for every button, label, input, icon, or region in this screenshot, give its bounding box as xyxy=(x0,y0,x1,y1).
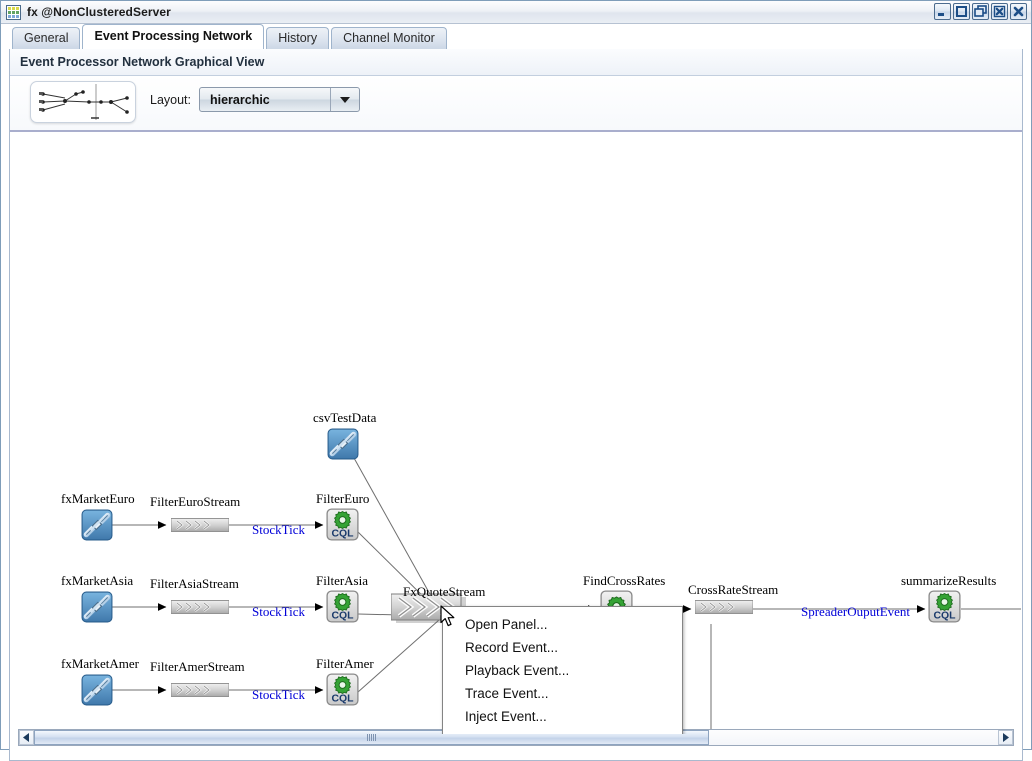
node-summarizeResults xyxy=(929,591,960,622)
application-window: fx @NonClusteredServer General Event Pro… xyxy=(0,0,1032,761)
tab-channel-monitor[interactable]: Channel Monitor xyxy=(331,27,447,49)
node-FilterEuroStream xyxy=(171,517,229,533)
layout-select[interactable]: hierarchic xyxy=(199,87,360,112)
tab-history[interactable]: History xyxy=(266,27,330,49)
menu-inject-event[interactable]: Inject Event... xyxy=(443,705,682,728)
menu-playback-event[interactable]: Playback Event... xyxy=(443,659,682,682)
maximize-button[interactable] xyxy=(953,3,970,20)
tab-general[interactable]: General xyxy=(12,27,81,49)
node-label-FilterAsiaStream: FilterAsiaStream xyxy=(150,576,239,591)
node-FilterEuro xyxy=(327,509,358,540)
close-button[interactable] xyxy=(1010,3,1027,20)
node-CrossRateStream xyxy=(695,599,753,615)
node-label-FilterAsia: FilterAsia xyxy=(316,573,368,588)
node-label-FilterAmer: FilterAmer xyxy=(316,656,374,671)
node-label-fxMarketEuro: fxMarketEuro xyxy=(61,491,135,506)
node-label-fxMarketAmer: fxMarketAmer xyxy=(61,656,139,671)
node-FilterAmerStream xyxy=(171,682,229,698)
panel-header: Event Processor Network Graphical View xyxy=(10,49,1022,76)
edge-label-stocktick-asia: StockTick xyxy=(252,604,305,619)
node-label-FilterEuro: FilterEuro xyxy=(316,491,370,506)
window-controls xyxy=(934,3,1027,20)
node-csvTestData xyxy=(328,429,358,459)
node-label-CrossRateStream: CrossRateStream xyxy=(688,582,779,597)
edge-label-spreader-output: SpreaderOuputEvent xyxy=(801,604,911,619)
graph-overview-thumbnail[interactable] xyxy=(30,81,136,123)
node-label-csvTestData: csvTestData xyxy=(313,410,377,425)
node-label-FindCrossRates: FindCrossRates xyxy=(583,573,666,588)
node-label-FilterAmerStream: FilterAmerStream xyxy=(150,659,245,674)
node-label-FxQuoteStream: FxQuoteStream xyxy=(403,584,486,599)
title-bar: fx @NonClusteredServer xyxy=(1,1,1031,24)
content-panel: Event Processor Network Graphical View L… xyxy=(9,49,1023,761)
restore-button[interactable] xyxy=(972,3,989,20)
menu-trace-event[interactable]: Trace Event... xyxy=(443,682,682,705)
window-title: fx @NonClusteredServer xyxy=(27,5,171,19)
scroll-left-arrow-icon[interactable] xyxy=(19,730,34,745)
node-FilterAsiaStream xyxy=(171,599,229,615)
chevron-down-icon xyxy=(330,88,359,111)
node-fxMarketAmer xyxy=(82,675,112,705)
context-menu: Open Panel... Record Event... Playback E… xyxy=(442,606,683,734)
tab-strip: General Event Processing Network History… xyxy=(1,24,1031,49)
graph-canvas[interactable]: CQL xyxy=(11,132,1021,734)
node-label-fxMarketAsia: fxMarketAsia xyxy=(61,573,134,588)
scrollbar-grip-icon xyxy=(366,734,376,741)
grid-table-icon xyxy=(6,4,21,20)
edge-label-stocktick-euro: StockTick xyxy=(252,522,305,537)
node-FilterAsia xyxy=(327,591,358,622)
node-label-summarizeResults: summarizeResults xyxy=(901,573,997,588)
edge-label-stocktick-amer: StockTick xyxy=(252,687,305,702)
layout-label: Layout: xyxy=(150,93,192,107)
tab-event-processing-network[interactable]: Event Processing Network xyxy=(82,24,265,49)
scroll-right-arrow-icon[interactable] xyxy=(998,730,1013,745)
menu-record-event[interactable]: Record Event... xyxy=(443,636,682,659)
graph-toolbar: Layout: hierarchic xyxy=(10,76,1022,132)
layout-selected-value: hierarchic xyxy=(210,92,270,107)
close-box-button[interactable] xyxy=(991,3,1008,20)
minimize-button[interactable] xyxy=(934,3,951,20)
menu-open-panel[interactable]: Open Panel... xyxy=(443,613,682,636)
node-FilterAmer xyxy=(327,674,358,705)
node-fxMarketEuro xyxy=(82,510,112,540)
node-fxMarketAsia xyxy=(82,592,112,622)
node-label-FilterEuroStream: FilterEuroStream xyxy=(150,494,241,509)
